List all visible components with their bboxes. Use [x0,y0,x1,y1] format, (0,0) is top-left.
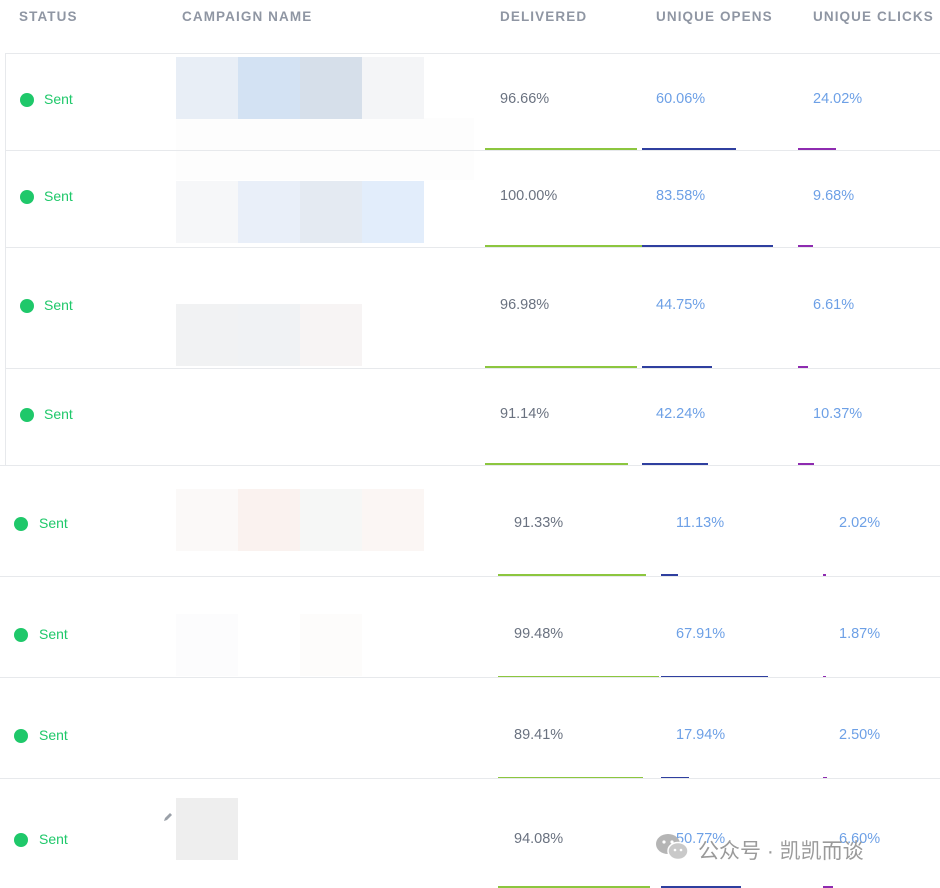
status-dot-icon [14,833,28,847]
column-header-delivered[interactable]: DELIVERED [500,9,587,24]
unique-opens-value: 60.06% [656,91,706,107]
status-label: Sent [39,626,68,642]
watermark: 公众号 · 凯凯而谈 [654,830,864,870]
campaign-name-redacted[interactable] [362,57,424,119]
delivered-value: 89.41% [514,727,564,743]
delivered-value: 91.33% [514,515,564,531]
status-label: Sent [44,91,73,107]
status-label: Sent [39,831,68,847]
unique-opens-value: 17.94% [676,727,726,743]
campaign-name-redacted[interactable] [238,304,300,366]
campaign-name-redacted [176,118,474,180]
campaign-name-redacted[interactable] [238,181,300,243]
campaign-name-redacted[interactable] [176,798,238,860]
status-label: Sent [44,406,73,422]
campaign-name-redacted[interactable] [238,489,300,551]
row-divider [0,465,940,466]
status-dot-icon [14,628,28,642]
status-label: Sent [39,727,68,743]
table-header: STATUS CAMPAIGN NAME DELIVERED UNIQUE OP… [0,0,940,52]
delivered-value: 99.48% [514,626,564,642]
row-left-border [5,368,6,465]
column-header-campaign-name[interactable]: CAMPAIGN NAME [182,9,312,24]
campaign-name-redacted[interactable] [300,489,362,551]
campaign-name-redacted[interactable] [362,181,424,243]
row-left-border [5,247,6,368]
column-header-unique-clicks[interactable]: UNIQUE CLICKS [813,9,934,24]
campaign-name-redacted[interactable] [238,57,300,119]
campaign-name-redacted[interactable] [300,181,362,243]
delivered-value: 100.00% [500,188,558,204]
campaign-name-redacted[interactable] [176,57,238,119]
status-dot-icon [14,517,28,531]
edit-icon[interactable] [162,810,174,822]
status-label: Sent [39,515,68,531]
campaign-name-redacted[interactable] [176,614,238,676]
delivered-value: 96.66% [500,91,550,107]
unique-clicks-value: 1.87% [839,626,881,642]
campaign-name-redacted[interactable] [300,304,362,366]
column-header-unique-opens[interactable]: UNIQUE OPENS [656,9,773,24]
row-divider [5,247,940,248]
column-header-status[interactable]: STATUS [19,9,78,24]
row-divider [5,150,940,151]
campaign-name-redacted[interactable] [300,57,362,119]
campaign-name-redacted[interactable] [176,181,238,243]
row-divider [0,576,940,577]
unique-opens-value: 42.24% [656,406,706,422]
unique-opens-value: 67.91% [676,626,726,642]
row-left-border [5,150,6,247]
campaign-name-redacted[interactable] [176,304,238,366]
status-dot-icon [20,408,34,422]
unique-clicks-value: 2.50% [839,727,881,743]
status-label: Sent [44,188,73,204]
status-label: Sent [44,297,73,313]
status-dot-icon [14,729,28,743]
status-dot-icon [20,93,34,107]
watermark-text: 公众号 · 凯凯而谈 [698,840,864,863]
unique-opens-value: 83.58% [656,188,706,204]
unique-clicks-value: 6.61% [813,297,855,313]
unique-clicks-value: 24.02% [813,91,863,107]
row-divider [0,677,940,678]
delivered-value: 91.14% [500,406,550,422]
row-divider [0,778,940,779]
campaign-name-redacted[interactable] [362,489,424,551]
delivered-value: 96.98% [500,297,550,313]
campaign-name-redacted[interactable] [300,614,362,676]
status-dot-icon [20,190,34,204]
unique-opens-value: 44.75% [656,297,706,313]
unique-clicks-value: 10.37% [813,406,863,422]
campaign-name-redacted[interactable] [176,489,238,551]
wechat-icon [654,832,690,868]
row-divider [5,53,940,54]
unique-opens-value: 11.13% [676,515,725,531]
delivered-value: 94.08% [514,831,564,847]
row-divider [5,368,940,369]
unique-clicks-value: 9.68% [813,188,855,204]
row-left-border [5,53,6,150]
unique-clicks-value: 2.02% [839,515,881,531]
status-dot-icon [20,299,34,313]
